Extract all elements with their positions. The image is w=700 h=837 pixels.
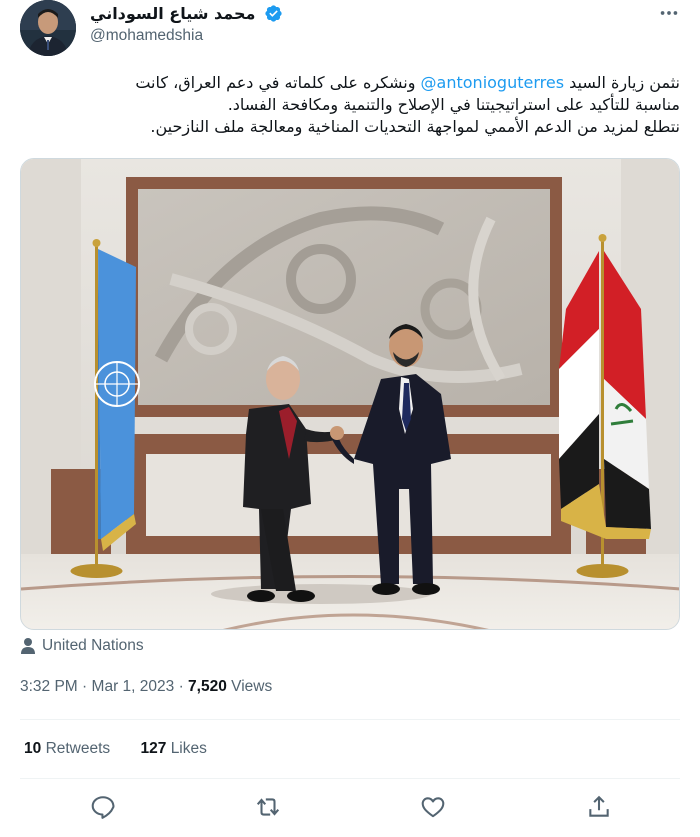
engagement-stats: 10 Retweets 127 Likes bbox=[24, 740, 233, 758]
like-icon[interactable] bbox=[420, 794, 446, 820]
tweet-header: محمد شياع السوداني @mohamedshia bbox=[20, 0, 680, 60]
tweet-date[interactable]: Mar 1, 2023 bbox=[92, 678, 175, 695]
location-pin-icon bbox=[21, 638, 35, 654]
tweet-text-line-3: نتطلع لمزيد من الدعم الأممي لمواجهة التح… bbox=[150, 117, 680, 136]
retweets-stat[interactable]: 10 Retweets bbox=[24, 740, 110, 757]
divider bbox=[20, 778, 680, 779]
retweet-icon[interactable] bbox=[255, 794, 281, 820]
reply-icon[interactable] bbox=[90, 794, 116, 820]
tweet-text-line-1-start: نثمن زيارة السيد bbox=[564, 73, 680, 92]
retweets-label: Retweets bbox=[45, 740, 111, 757]
share-icon[interactable] bbox=[586, 794, 612, 820]
views-label: Views bbox=[231, 678, 273, 695]
meta-separator: · bbox=[82, 678, 88, 695]
meta-separator: · bbox=[178, 678, 184, 695]
likes-stat[interactable]: 127 Likes bbox=[141, 740, 207, 757]
retweets-count: 10 bbox=[24, 740, 42, 757]
tweet-text: نثمن زيارة السيد @antonioguterres ونشكره… bbox=[20, 72, 680, 138]
tweet-time[interactable]: 3:32 PM bbox=[20, 678, 78, 695]
more-dots-icon[interactable] bbox=[658, 2, 680, 24]
divider bbox=[20, 719, 680, 720]
tweet-text-line-1: نثمن زيارة السيد @antonioguterres ونشكره… bbox=[20, 72, 680, 94]
mention-link[interactable]: @antonioguterres bbox=[421, 73, 565, 92]
location-tag[interactable]: United Nations bbox=[20, 636, 144, 656]
action-bar bbox=[20, 794, 680, 820]
avatar[interactable] bbox=[20, 0, 76, 56]
tweet-photo[interactable] bbox=[20, 158, 680, 630]
tweet-text-line-2: مناسبة للتأكيد على استراتيجيتنا في الإصل… bbox=[227, 95, 680, 114]
verified-badge-icon bbox=[265, 5, 282, 22]
author-display-name[interactable]: محمد شياع السوداني bbox=[90, 4, 255, 23]
tweet-metadata: 3:32 PM · Mar 1, 2023 · 7,520 Views bbox=[20, 678, 272, 696]
location-label[interactable]: United Nations bbox=[42, 637, 144, 655]
likes-label: Likes bbox=[170, 740, 207, 757]
likes-count: 127 bbox=[140, 740, 167, 757]
views-count: 7,520 bbox=[188, 678, 227, 695]
author-handle[interactable]: @mohamedshia bbox=[90, 27, 283, 45]
tweet-text-line-1-end: ونشكره على كلماته في دعم العراق، كانت bbox=[135, 73, 421, 92]
